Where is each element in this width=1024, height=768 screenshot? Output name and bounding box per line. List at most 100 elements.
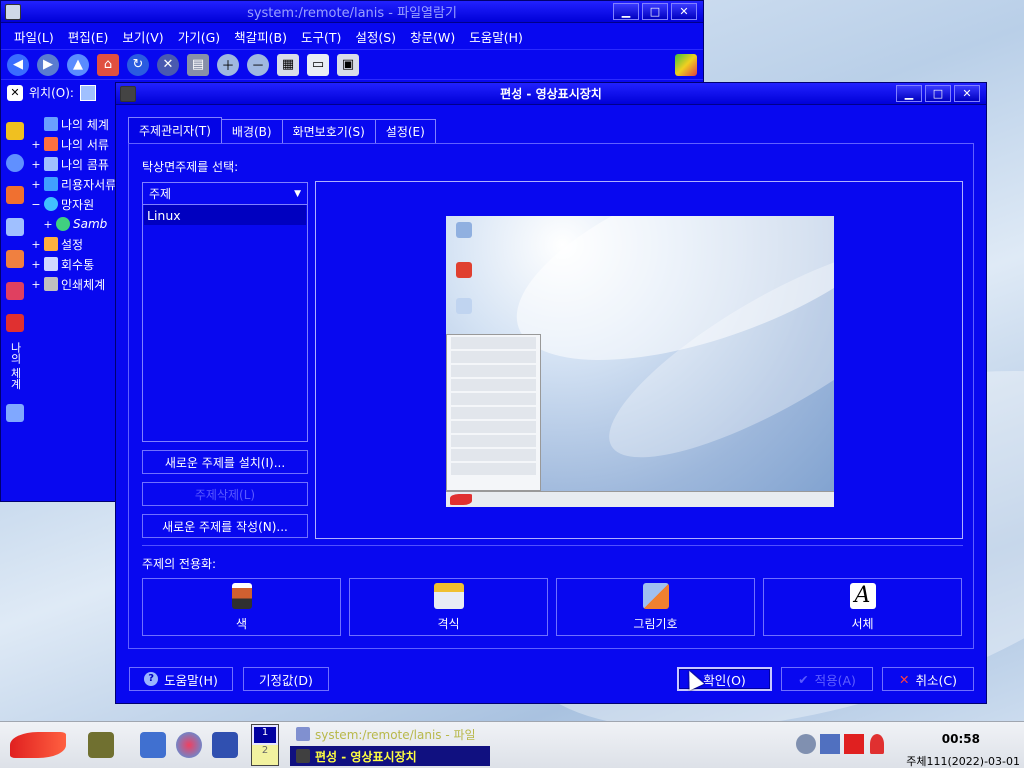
tree-item[interactable]: + Samb — [31, 214, 121, 234]
tab-background[interactable]: 배경(B) — [220, 119, 283, 143]
tree-item[interactable]: + 회수통 — [31, 254, 121, 274]
view-mode-icon[interactable]: ▦ — [277, 53, 299, 76]
menu-window[interactable]: 창문(W) — [403, 27, 462, 46]
tree-expander[interactable]: + — [31, 158, 41, 171]
flag-icon[interactable] — [844, 734, 864, 754]
close-button[interactable]: ✕ — [954, 85, 980, 102]
tree-label: 나의 콤퓨 — [61, 157, 109, 172]
customize-label: 주제의 전용화: — [142, 557, 217, 571]
tree-expander[interactable]: + — [31, 138, 41, 151]
tree-item[interactable]: + 나의 서류 — [31, 134, 121, 154]
location-input[interactable] — [79, 84, 96, 101]
torch-icon[interactable] — [870, 734, 884, 754]
volume-muted-icon[interactable] — [796, 734, 816, 754]
defaults-button[interactable]: 기정값(D) — [243, 667, 329, 691]
preview-icon[interactable]: ▣ — [337, 53, 359, 76]
colors-button[interactable]: 색 — [142, 578, 341, 636]
clear-location-icon[interactable]: ✕ — [7, 84, 23, 101]
documents-icon[interactable] — [6, 186, 24, 204]
tree-expander[interactable]: + — [31, 278, 41, 291]
network-status-icon[interactable] — [820, 734, 840, 754]
task-label: 편성 - 영상표시장치 — [315, 749, 417, 764]
file-manager-titlebar[interactable]: system:/remote/lanis - 파일열람기 ▁ □ ✕ — [1, 1, 703, 23]
close-button[interactable]: ✕ — [671, 3, 697, 20]
maximize-button[interactable]: □ — [925, 85, 951, 102]
network-icon[interactable] — [6, 218, 24, 236]
apply-button[interactable]: ✔ 적용(A) — [781, 667, 873, 691]
print-icon[interactable]: ▤ — [187, 53, 209, 76]
menu-settings[interactable]: 설정(S) — [348, 27, 403, 46]
tag-icon[interactable] — [6, 282, 24, 300]
desktop-2[interactable]: 2 — [252, 745, 278, 765]
menu-bookmarks[interactable]: 책갈피(B) — [227, 27, 294, 46]
trash-icon — [44, 257, 58, 271]
preview-documents-icon — [456, 262, 472, 278]
zoom-out-icon[interactable]: － — [247, 53, 269, 76]
tree-expander[interactable]: − — [31, 198, 41, 211]
pin-icon[interactable] — [6, 314, 24, 332]
reload-icon[interactable]: ↻ — [127, 53, 149, 76]
sidebar-vertical-label[interactable]: 나의 체계 — [7, 342, 23, 390]
up-icon[interactable]: ▲ — [67, 53, 89, 76]
tree-item[interactable]: + 인쇄체계 — [31, 274, 121, 294]
menu-go[interactable]: 가기(G) — [171, 27, 227, 46]
tree-item[interactable]: + 리용자서류 — [31, 174, 121, 194]
zoom-in-icon[interactable]: ＋ — [217, 53, 239, 76]
create-theme-button[interactable]: 새로운 주제를 작성(N)... — [142, 514, 308, 538]
forward-icon[interactable]: ▶ — [37, 53, 59, 76]
tree-expander[interactable]: + — [31, 178, 41, 191]
menu-view[interactable]: 보기(V) — [115, 27, 170, 46]
tree-item[interactable]: 나의 체계 — [31, 114, 121, 134]
minimize-button[interactable]: ▁ — [613, 3, 639, 20]
icons-icon — [642, 582, 669, 609]
tab-screensaver[interactable]: 화면보호기(S) — [281, 119, 376, 143]
delete-theme-button[interactable]: 주제삭제(L) — [142, 482, 308, 506]
theme-list-header[interactable]: 주제 ▼ — [143, 183, 307, 205]
bookmarks-star-icon[interactable] — [6, 122, 24, 140]
tree-expander[interactable]: + — [31, 258, 41, 271]
tree-expander[interactable]: + — [43, 218, 53, 231]
style-button[interactable]: 격식 — [349, 578, 548, 636]
cancel-button[interactable]: ✕ 취소(C) — [882, 667, 974, 691]
start-menu-icon[interactable] — [10, 732, 66, 758]
tree-item[interactable]: + 설정 — [31, 234, 121, 254]
detail-view-icon[interactable]: ▭ — [307, 53, 329, 76]
menu-help[interactable]: 도움말(H) — [462, 27, 530, 46]
desktop-pager[interactable]: 1 2 — [251, 724, 279, 766]
services-icon[interactable] — [6, 250, 24, 268]
help-button[interactable]: ? 도움말(H) — [129, 667, 233, 691]
task-display-settings[interactable]: 편성 - 영상표시장치 — [290, 746, 490, 766]
stop-icon[interactable]: ✕ — [157, 53, 179, 76]
menu-file[interactable]: 파일(L) — [7, 27, 61, 46]
tree-item[interactable]: − 망자원 — [31, 194, 121, 214]
theme-list[interactable]: 주제 ▼ Linux — [142, 182, 308, 442]
tree-item[interactable]: + 나의 콤퓨 — [31, 154, 121, 174]
task-file-manager[interactable]: system:/remote/lanis - 파일 — [290, 724, 490, 744]
home-folder-icon[interactable] — [140, 732, 166, 758]
tree-expander[interactable]: + — [31, 238, 41, 251]
tab-settings[interactable]: 설정(E) — [374, 119, 436, 143]
home-icon[interactable]: ⌂ — [97, 53, 119, 76]
icons-button[interactable]: 그림기호 — [556, 578, 755, 636]
show-desktop-icon[interactable] — [88, 732, 114, 758]
display-settings-dialog[interactable]: 편성 - 영상표시장치 ▁ □ ✕ 주제관리자(T) 배경(B) 화면보호기(S… — [115, 82, 987, 704]
file-manager-title: system:/remote/lanis - 파일열람기 — [247, 6, 457, 21]
settings-icon — [44, 237, 58, 251]
tab-theme-manager[interactable]: 주제관리자(T) — [128, 117, 222, 143]
help-center-icon[interactable] — [212, 732, 238, 758]
list-item[interactable]: Linux — [144, 205, 306, 225]
install-theme-button[interactable]: 새로운 주제를 설치(I)... — [142, 450, 308, 474]
dialog-titlebar[interactable]: 편성 - 영상표시장치 ▁ □ ✕ — [116, 83, 986, 105]
fonts-button[interactable]: A 서체 — [763, 578, 962, 636]
minimize-button[interactable]: ▁ — [896, 85, 922, 102]
menu-tools[interactable]: 도구(T) — [294, 27, 348, 46]
clock[interactable]: 00:58 — [942, 732, 980, 746]
maximize-button[interactable]: □ — [642, 3, 668, 20]
browser-icon[interactable] — [176, 732, 202, 758]
menu-edit[interactable]: 편집(E) — [61, 27, 116, 46]
my-system-icon[interactable] — [6, 403, 24, 422]
toolbar: ◀ ▶ ▲ ⌂ ↻ ✕ ▤ ＋ － ▦ ▭ ▣ — [1, 49, 703, 79]
desktop-1[interactable]: 1 — [252, 725, 278, 745]
history-icon[interactable] — [6, 154, 24, 172]
back-icon[interactable]: ◀ — [7, 53, 29, 76]
